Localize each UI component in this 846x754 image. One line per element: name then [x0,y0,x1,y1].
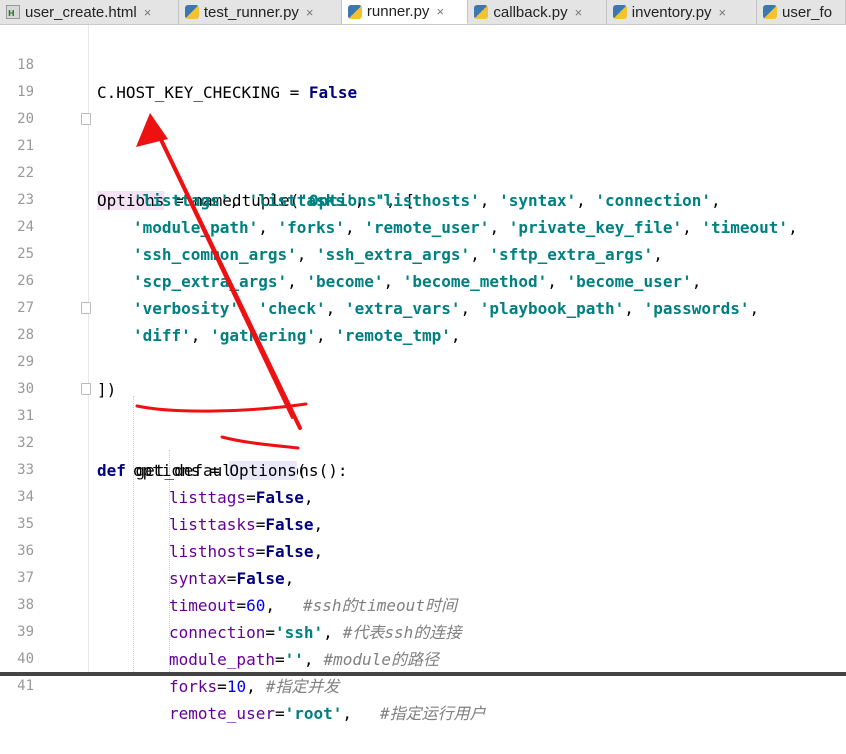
code-line: 19 [0,52,846,100]
code-line: 30 [0,349,846,397]
code-line: 41 remote_user='root', #指定运行用户 [0,646,846,723]
code-line: 33 listtags=False, [0,430,846,507]
tab-runner-py[interactable]: runner.py × [341,0,469,24]
param-name: remote_user [169,704,275,723]
code-line: 37 timeout=60, #ssh的timeout时间 [0,538,846,615]
python-file-icon [347,4,362,19]
code-text: , [246,677,256,696]
code-line: 39 module_path='', #module的路径 [0,592,846,669]
close-icon[interactable]: × [436,4,444,19]
code-line: 35 listhosts=False, [0,484,846,561]
code-line: 24 'ssh_common_args', 'ssh_extra_args', … [0,187,846,264]
fold-marker-icon[interactable] [81,383,91,395]
code-line: 34 listtasks=False, [0,457,846,534]
code-text: , [342,704,353,723]
code-comment: #指定运行用户 [380,704,486,723]
close-icon[interactable]: × [575,5,583,20]
code-line: 21 Options = namedtuple('Options', [ [0,106,846,210]
code-line: 22 'listtags', 'listtasks', 'listhosts',… [0,133,846,210]
code-text: = [274,704,285,723]
string-literal: 'root' [284,704,343,723]
code-line: 40 forks=10, #指定并发 [0,619,846,696]
code-line: 27 'diff', 'gathering', 'remote_tmp', [0,268,846,345]
tab-label: user_create.html [25,3,137,21]
close-icon[interactable]: × [144,5,152,20]
code-line: 36 syntax=False, [0,511,846,588]
code-line: 26 'verbosity', 'check', 'extra_vars', '… [0,241,846,318]
code-editor[interactable]: 18 C.HOST_KEY_CHECKING = False 19 20 21 … [0,25,846,723]
code-line: 31 def get_default_options(): [0,376,846,480]
code-line: 20 [0,79,846,127]
python-file-icon [184,5,199,19]
tab-label: callback.py [493,3,568,21]
close-icon[interactable]: × [719,5,727,20]
code-line: 23 'module_path', 'forks', 'remote_user'… [0,160,846,237]
param-name: forks [169,677,218,696]
code-line: 29 [0,322,846,370]
tab-test-runner-py[interactable]: test_runner.py × [178,0,342,24]
fold-marker-icon[interactable] [81,113,91,125]
close-icon[interactable]: × [306,5,314,20]
code-comment: #指定并发 [265,677,340,696]
tab-label: user_fo [782,3,833,21]
number-literal: 10 [226,677,247,696]
python-file-icon [474,5,489,19]
html-file-icon [6,5,20,19]
python-file-icon [612,5,627,19]
tab-callback-py[interactable]: callback.py × [468,0,607,24]
code-line: 32 options = Options( [0,403,846,480]
code-line: 25 'scp_extra_args', 'become', 'become_m… [0,214,846,291]
code-line: 18 C.HOST_KEY_CHECKING = False [0,25,846,102]
tab-user-fo[interactable]: user_fo [757,0,846,24]
code-line: 38 connection='ssh', #代表ssh的连接 [0,565,846,642]
tab-label: test_runner.py [203,3,299,21]
line-number: 41 [17,678,34,694]
tab-label: inventory.py [631,3,712,21]
tab-user-create-html[interactable]: user_create.html × [0,0,179,24]
code-text: = [217,677,227,696]
tab-inventory-py[interactable]: inventory.py × [606,0,757,24]
editor-tab-bar: user_create.html × test_runner.py × runn… [0,0,846,25]
python-file-icon [763,5,777,19]
tab-label: runner.py [366,3,430,20]
fold-marker-icon[interactable] [81,302,91,314]
window-bottom-edge [0,672,846,676]
code-line: 28 ]) [0,295,846,399]
